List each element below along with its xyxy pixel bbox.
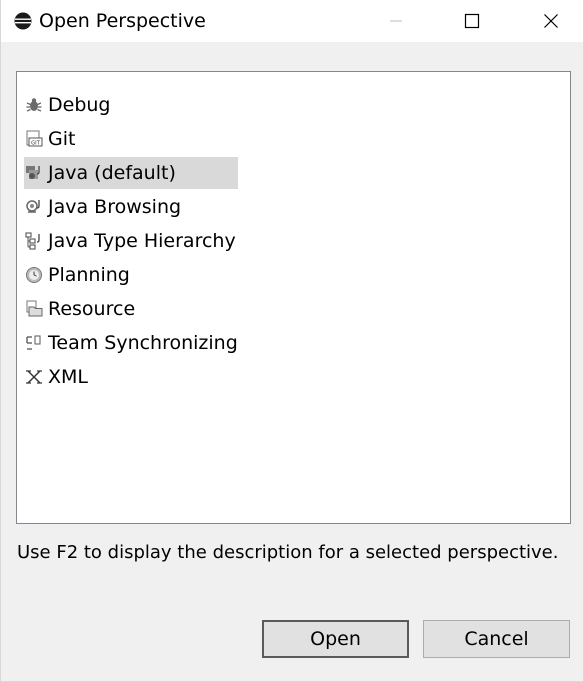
git-icon: GIT bbox=[24, 129, 44, 149]
item-label: Resource bbox=[48, 298, 136, 320]
maximize-button[interactable] bbox=[449, 0, 495, 42]
cancel-button[interactable]: Cancel bbox=[423, 620, 570, 658]
list-item-resource[interactable]: Resource bbox=[24, 293, 143, 325]
dialog-content: Debug GIT Git Java (default) Java Browsi… bbox=[1, 42, 583, 681]
list-item-team-synchronizing[interactable]: Team Synchronizing bbox=[24, 327, 246, 359]
close-button[interactable] bbox=[528, 0, 574, 42]
list-item-git[interactable]: GIT Git bbox=[24, 123, 83, 155]
list-item-planning[interactable]: Planning bbox=[24, 259, 138, 291]
minimize-icon bbox=[390, 20, 402, 22]
title-bar[interactable]: Open Perspective bbox=[1, 0, 583, 42]
open-button[interactable]: Open bbox=[262, 620, 409, 658]
item-label: Java Browsing bbox=[48, 196, 182, 218]
resource-folder-icon bbox=[24, 299, 44, 319]
java-browsing-icon bbox=[24, 197, 44, 217]
open-perspective-dialog: Open Perspective Debug GIT Git Java (def… bbox=[0, 0, 584, 682]
list-item-java-browsing[interactable]: Java Browsing bbox=[24, 191, 189, 223]
xml-icon bbox=[24, 367, 44, 387]
type-hierarchy-icon bbox=[24, 231, 44, 251]
item-label: Java (default) bbox=[48, 162, 176, 184]
minimize-button[interactable] bbox=[373, 0, 419, 42]
item-label: Team Synchronizing bbox=[48, 332, 238, 354]
debug-bug-icon bbox=[24, 95, 44, 115]
description-hint: Use F2 to display the description for a … bbox=[17, 542, 559, 563]
list-item-debug[interactable]: Debug bbox=[24, 89, 118, 121]
window-title: Open Perspective bbox=[39, 10, 206, 32]
perspective-list[interactable]: Debug GIT Git Java (default) Java Browsi… bbox=[16, 71, 571, 524]
list-item-xml[interactable]: XML bbox=[24, 361, 96, 393]
item-label: Planning bbox=[48, 264, 130, 286]
java-perspective-icon bbox=[24, 163, 44, 183]
team-sync-icon bbox=[24, 333, 44, 353]
planning-clock-icon bbox=[24, 265, 44, 285]
item-label: Debug bbox=[48, 94, 111, 116]
close-icon bbox=[544, 14, 558, 28]
list-item-java-default[interactable]: Java (default) bbox=[24, 157, 238, 189]
maximize-icon bbox=[464, 13, 480, 29]
item-label: Java Type Hierarchy bbox=[48, 230, 236, 252]
svg-text:GIT: GIT bbox=[31, 140, 41, 146]
item-label: XML bbox=[48, 366, 88, 388]
eclipse-icon bbox=[14, 12, 32, 30]
list-item-java-type-hierarchy[interactable]: Java Type Hierarchy bbox=[24, 225, 244, 257]
item-label: Git bbox=[48, 128, 76, 150]
